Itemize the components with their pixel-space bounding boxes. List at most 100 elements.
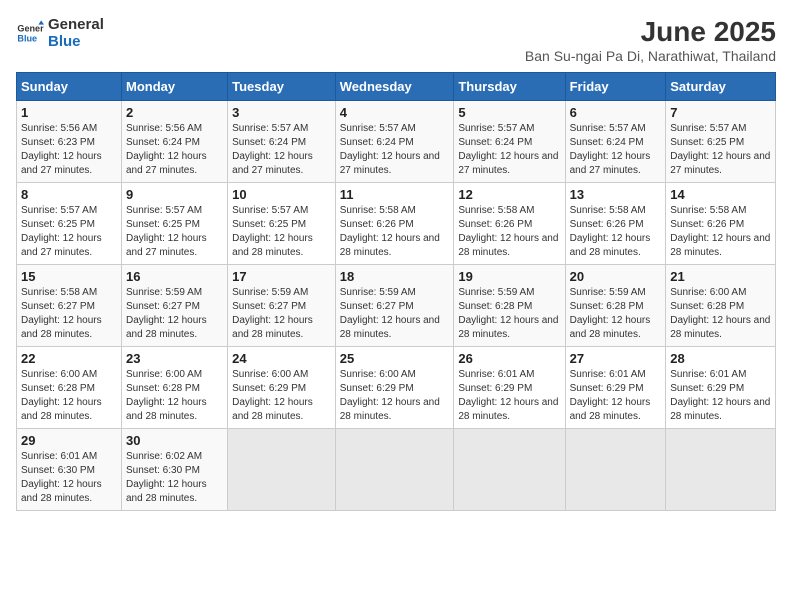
day-number: 28 bbox=[670, 351, 771, 366]
page-title: June 2025 bbox=[525, 16, 776, 48]
logo-icon: General Blue bbox=[16, 19, 44, 47]
calendar-cell: 2 Sunrise: 5:56 AM Sunset: 6:24 PM Dayli… bbox=[121, 101, 227, 183]
day-info: Sunrise: 5:59 AM Sunset: 6:28 PM Dayligh… bbox=[458, 286, 560, 342]
day-info: Sunrise: 5:58 AM Sunset: 6:26 PM Dayligh… bbox=[340, 204, 450, 260]
day-info: Sunrise: 5:59 AM Sunset: 6:27 PM Dayligh… bbox=[340, 286, 450, 342]
calendar-cell: 17 Sunrise: 5:59 AM Sunset: 6:27 PM Dayl… bbox=[228, 265, 336, 347]
day-info: Sunrise: 6:00 AM Sunset: 6:28 PM Dayligh… bbox=[670, 286, 771, 342]
day-info: Sunrise: 5:59 AM Sunset: 6:27 PM Dayligh… bbox=[232, 286, 331, 342]
day-number: 20 bbox=[570, 269, 662, 284]
calendar-cell: 16 Sunrise: 5:59 AM Sunset: 6:27 PM Dayl… bbox=[121, 265, 227, 347]
day-info: Sunrise: 6:01 AM Sunset: 6:30 PM Dayligh… bbox=[21, 450, 117, 506]
day-number: 9 bbox=[126, 187, 223, 202]
calendar-cell: 15 Sunrise: 5:58 AM Sunset: 6:27 PM Dayl… bbox=[17, 265, 122, 347]
weekday-header: Saturday bbox=[666, 73, 776, 101]
calendar-cell: 25 Sunrise: 6:00 AM Sunset: 6:29 PM Dayl… bbox=[335, 347, 454, 429]
calendar-cell: 6 Sunrise: 5:57 AM Sunset: 6:24 PM Dayli… bbox=[565, 101, 666, 183]
day-number: 15 bbox=[21, 269, 117, 284]
day-info: Sunrise: 5:57 AM Sunset: 6:24 PM Dayligh… bbox=[340, 122, 450, 178]
calendar-cell: 12 Sunrise: 5:58 AM Sunset: 6:26 PM Dayl… bbox=[454, 183, 565, 265]
day-number: 16 bbox=[126, 269, 223, 284]
weekday-header: Wednesday bbox=[335, 73, 454, 101]
calendar-cell: 9 Sunrise: 5:57 AM Sunset: 6:25 PM Dayli… bbox=[121, 183, 227, 265]
calendar-table: SundayMondayTuesdayWednesdayThursdayFrid… bbox=[16, 72, 776, 511]
day-number: 12 bbox=[458, 187, 560, 202]
day-number: 25 bbox=[340, 351, 450, 366]
day-number: 19 bbox=[458, 269, 560, 284]
calendar-cell: 29 Sunrise: 6:01 AM Sunset: 6:30 PM Dayl… bbox=[17, 429, 122, 511]
calendar-cell bbox=[228, 429, 336, 511]
calendar-week-row: 1 Sunrise: 5:56 AM Sunset: 6:23 PM Dayli… bbox=[17, 101, 776, 183]
day-info: Sunrise: 5:56 AM Sunset: 6:23 PM Dayligh… bbox=[21, 122, 117, 178]
calendar-cell: 22 Sunrise: 6:00 AM Sunset: 6:28 PM Dayl… bbox=[17, 347, 122, 429]
day-number: 18 bbox=[340, 269, 450, 284]
svg-text:Blue: Blue bbox=[17, 33, 37, 43]
day-number: 27 bbox=[570, 351, 662, 366]
day-number: 14 bbox=[670, 187, 771, 202]
logo-text-line2: Blue bbox=[48, 33, 104, 50]
day-number: 6 bbox=[570, 105, 662, 120]
weekday-header: Thursday bbox=[454, 73, 565, 101]
calendar-cell: 19 Sunrise: 5:59 AM Sunset: 6:28 PM Dayl… bbox=[454, 265, 565, 347]
calendar-cell: 20 Sunrise: 5:59 AM Sunset: 6:28 PM Dayl… bbox=[565, 265, 666, 347]
day-number: 23 bbox=[126, 351, 223, 366]
calendar-cell: 26 Sunrise: 6:01 AM Sunset: 6:29 PM Dayl… bbox=[454, 347, 565, 429]
calendar-cell: 30 Sunrise: 6:02 AM Sunset: 6:30 PM Dayl… bbox=[121, 429, 227, 511]
page-subtitle: Ban Su-ngai Pa Di, Narathiwat, Thailand bbox=[525, 48, 776, 64]
calendar-cell bbox=[335, 429, 454, 511]
calendar-cell: 7 Sunrise: 5:57 AM Sunset: 6:25 PM Dayli… bbox=[666, 101, 776, 183]
day-info: Sunrise: 5:59 AM Sunset: 6:28 PM Dayligh… bbox=[570, 286, 662, 342]
calendar-cell bbox=[454, 429, 565, 511]
weekday-header: Tuesday bbox=[228, 73, 336, 101]
calendar-week-row: 22 Sunrise: 6:00 AM Sunset: 6:28 PM Dayl… bbox=[17, 347, 776, 429]
day-info: Sunrise: 5:57 AM Sunset: 6:25 PM Dayligh… bbox=[232, 204, 331, 260]
day-info: Sunrise: 6:01 AM Sunset: 6:29 PM Dayligh… bbox=[670, 368, 771, 424]
calendar-cell: 3 Sunrise: 5:57 AM Sunset: 6:24 PM Dayli… bbox=[228, 101, 336, 183]
day-info: Sunrise: 6:00 AM Sunset: 6:29 PM Dayligh… bbox=[340, 368, 450, 424]
calendar-cell: 10 Sunrise: 5:57 AM Sunset: 6:25 PM Dayl… bbox=[228, 183, 336, 265]
weekday-header-row: SundayMondayTuesdayWednesdayThursdayFrid… bbox=[17, 73, 776, 101]
day-info: Sunrise: 6:00 AM Sunset: 6:29 PM Dayligh… bbox=[232, 368, 331, 424]
calendar-cell: 5 Sunrise: 5:57 AM Sunset: 6:24 PM Dayli… bbox=[454, 101, 565, 183]
header: General Blue General Blue June 2025 Ban … bbox=[16, 16, 776, 64]
day-number: 10 bbox=[232, 187, 331, 202]
calendar-cell: 14 Sunrise: 5:58 AM Sunset: 6:26 PM Dayl… bbox=[666, 183, 776, 265]
day-number: 11 bbox=[340, 187, 450, 202]
calendar-cell: 8 Sunrise: 5:57 AM Sunset: 6:25 PM Dayli… bbox=[17, 183, 122, 265]
day-info: Sunrise: 6:00 AM Sunset: 6:28 PM Dayligh… bbox=[126, 368, 223, 424]
logo-text-line1: General bbox=[48, 16, 104, 33]
calendar-week-row: 29 Sunrise: 6:01 AM Sunset: 6:30 PM Dayl… bbox=[17, 429, 776, 511]
day-info: Sunrise: 5:58 AM Sunset: 6:27 PM Dayligh… bbox=[21, 286, 117, 342]
day-info: Sunrise: 5:58 AM Sunset: 6:26 PM Dayligh… bbox=[670, 204, 771, 260]
day-number: 26 bbox=[458, 351, 560, 366]
day-number: 4 bbox=[340, 105, 450, 120]
day-info: Sunrise: 5:58 AM Sunset: 6:26 PM Dayligh… bbox=[570, 204, 662, 260]
day-info: Sunrise: 5:57 AM Sunset: 6:24 PM Dayligh… bbox=[458, 122, 560, 178]
calendar-cell: 24 Sunrise: 6:00 AM Sunset: 6:29 PM Dayl… bbox=[228, 347, 336, 429]
calendar-cell: 13 Sunrise: 5:58 AM Sunset: 6:26 PM Dayl… bbox=[565, 183, 666, 265]
day-info: Sunrise: 5:56 AM Sunset: 6:24 PM Dayligh… bbox=[126, 122, 223, 178]
calendar-cell bbox=[666, 429, 776, 511]
day-info: Sunrise: 6:02 AM Sunset: 6:30 PM Dayligh… bbox=[126, 450, 223, 506]
day-number: 3 bbox=[232, 105, 331, 120]
day-number: 1 bbox=[21, 105, 117, 120]
weekday-header: Monday bbox=[121, 73, 227, 101]
day-number: 13 bbox=[570, 187, 662, 202]
day-number: 7 bbox=[670, 105, 771, 120]
day-info: Sunrise: 5:57 AM Sunset: 6:25 PM Dayligh… bbox=[126, 204, 223, 260]
calendar-cell: 18 Sunrise: 5:59 AM Sunset: 6:27 PM Dayl… bbox=[335, 265, 454, 347]
day-info: Sunrise: 5:57 AM Sunset: 6:25 PM Dayligh… bbox=[21, 204, 117, 260]
day-number: 8 bbox=[21, 187, 117, 202]
title-area: June 2025 Ban Su-ngai Pa Di, Narathiwat,… bbox=[525, 16, 776, 64]
day-number: 21 bbox=[670, 269, 771, 284]
weekday-header: Sunday bbox=[17, 73, 122, 101]
calendar-cell bbox=[565, 429, 666, 511]
day-number: 29 bbox=[21, 433, 117, 448]
day-number: 30 bbox=[126, 433, 223, 448]
day-info: Sunrise: 6:01 AM Sunset: 6:29 PM Dayligh… bbox=[570, 368, 662, 424]
day-number: 17 bbox=[232, 269, 331, 284]
day-number: 24 bbox=[232, 351, 331, 366]
day-info: Sunrise: 5:59 AM Sunset: 6:27 PM Dayligh… bbox=[126, 286, 223, 342]
day-info: Sunrise: 6:01 AM Sunset: 6:29 PM Dayligh… bbox=[458, 368, 560, 424]
weekday-header: Friday bbox=[565, 73, 666, 101]
